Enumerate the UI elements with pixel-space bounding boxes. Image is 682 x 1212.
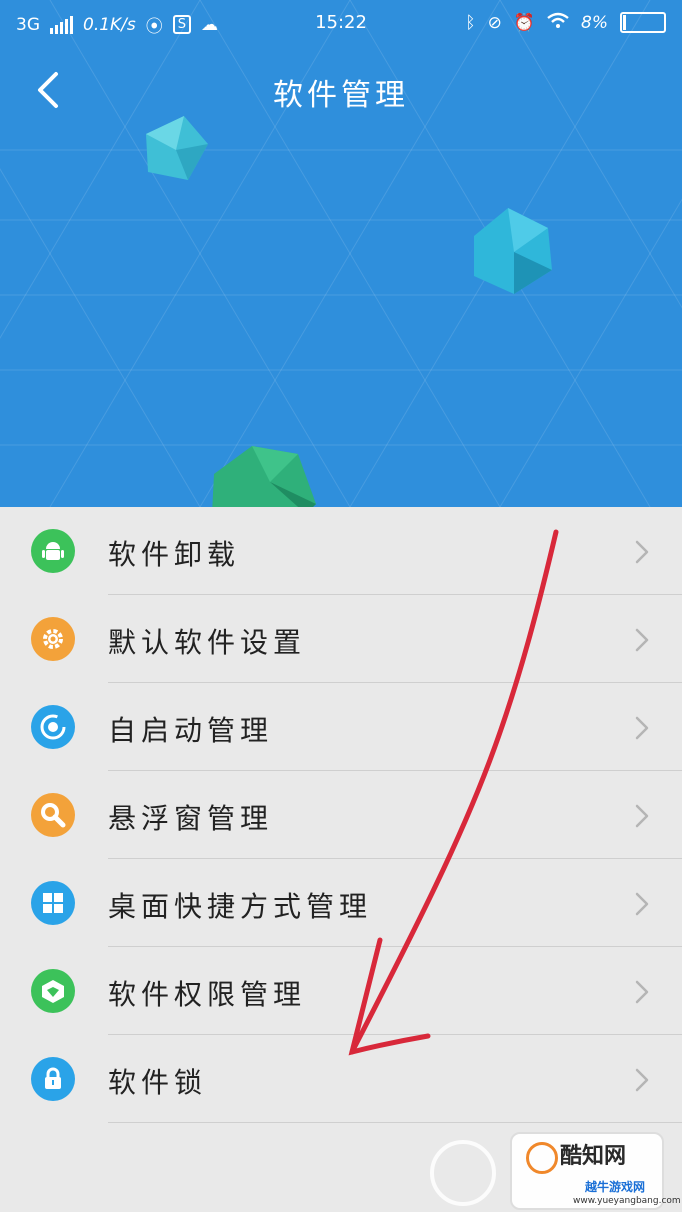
chevron-right-icon — [632, 803, 652, 829]
chevron-right-icon — [632, 539, 652, 565]
menu-item-label: 软件权限管理 — [108, 978, 307, 1011]
watermark-brand-icon — [526, 1142, 558, 1174]
menu-item-label: 软件卸载 — [108, 538, 241, 571]
gear-icon — [31, 617, 75, 661]
bluetooth-icon: ᛒ — [465, 12, 476, 33]
watermark-site-url: www.yueyangbang.com — [573, 1196, 681, 1206]
chevron-right-icon — [632, 627, 652, 653]
android-icon — [31, 529, 75, 573]
battery-icon — [620, 12, 666, 33]
chevron-right-icon — [632, 715, 652, 741]
watermark-circle-logo — [430, 1140, 496, 1206]
menu-item[interactable]: 悬浮窗管理 — [0, 771, 682, 859]
watermark-site-name: 越牛游戏网 — [585, 1180, 646, 1194]
wrench-icon — [31, 793, 75, 837]
shield-cube-icon — [31, 969, 75, 1013]
menu-item-label: 默认软件设置 — [108, 626, 307, 659]
gem-decoration — [474, 208, 552, 294]
menu-item[interactable]: 桌面快捷方式管理 — [0, 859, 682, 947]
power-cycle-icon — [31, 705, 75, 749]
menu-item[interactable]: 自启动管理 — [0, 683, 682, 771]
wifi-icon — [547, 11, 569, 34]
menu-item-label: 软件锁 — [108, 1066, 208, 1099]
chevron-right-icon — [632, 979, 652, 1005]
menu-item-label: 自启动管理 — [108, 714, 274, 747]
chevron-right-icon — [632, 1067, 652, 1093]
menu-item[interactable]: 默认软件设置 — [0, 595, 682, 683]
lock-icon — [31, 1057, 75, 1101]
alarm-icon: ⏰ — [513, 12, 536, 33]
gem-decoration — [212, 446, 316, 507]
menu-item-label: 桌面快捷方式管理 — [108, 890, 373, 923]
menu-item[interactable]: 软件卸载 — [0, 507, 682, 595]
menu-item[interactable]: 软件锁 — [0, 1035, 682, 1123]
battery-percent: 8% — [581, 12, 608, 33]
mute-icon: ⊘ — [487, 12, 502, 33]
gem-decoration — [146, 116, 208, 180]
page-title: 软件管理 — [273, 78, 409, 113]
grid-icon — [31, 881, 75, 925]
menu-item-label: 悬浮窗管理 — [108, 802, 274, 835]
menu-item[interactable]: 软件权限管理 — [0, 947, 682, 1035]
divider — [108, 1122, 682, 1123]
header: 3G 0.1K/s ⦿ S ☁ 15:22 ᛒ ⊘ ⏰ 8% 软件管理 — [0, 0, 682, 507]
menu-list: 软件卸载默认软件设置 自启动管理悬浮窗管理桌面快捷方式管理 软件权限管理 软件锁 — [0, 507, 682, 1123]
status-bar: 3G 0.1K/s ⦿ S ☁ 15:22 ᛒ ⊘ ⏰ 8% — [0, 0, 682, 46]
watermark-brand: 酷知网 — [560, 1144, 627, 1169]
chevron-right-icon — [632, 891, 652, 917]
